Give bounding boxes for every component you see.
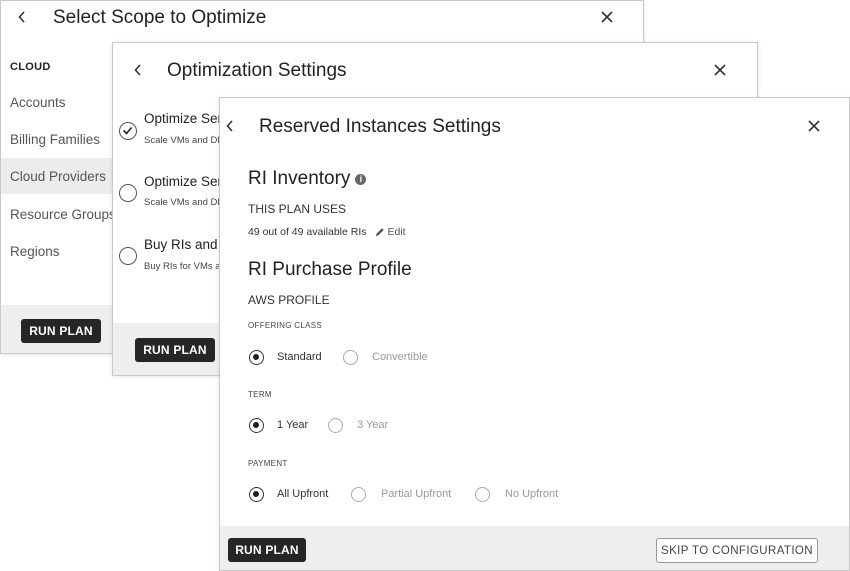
nav-item-regions[interactable]: Regions xyxy=(1,233,113,269)
nav-item-label: Billing Families xyxy=(10,131,101,147)
checkmark-icon xyxy=(122,126,133,135)
option-subtitle: Buy RIs for VMs a xyxy=(144,261,221,272)
standard-radio[interactable] xyxy=(249,350,264,365)
nav-item-cloud-providers[interactable]: Cloud Providers xyxy=(1,158,113,194)
ri-inventory-heading-text: RI Inventory xyxy=(248,168,351,189)
run-plan-button[interactable]: RUN PLAN xyxy=(228,538,306,562)
nav-item-accounts[interactable]: Accounts xyxy=(1,84,113,120)
close-icon[interactable] xyxy=(713,63,727,77)
one-year-radio[interactable] xyxy=(249,418,264,433)
three-year-radio[interactable] xyxy=(328,418,343,433)
edit-link[interactable]: Edit xyxy=(375,226,406,238)
ri-usage-text: 49 out of 49 available RIs xyxy=(248,226,367,238)
plan-uses-label: THIS PLAN USES xyxy=(248,202,347,216)
reserved-instances-settings-panel: Reserved Instances Settings RI Inventory… xyxy=(219,97,850,571)
all-upfront-label[interactable]: All Upfront xyxy=(277,488,328,500)
close-icon[interactable] xyxy=(600,10,614,24)
nav-item-billing-families[interactable]: Billing Families xyxy=(1,121,113,157)
nav-item-label: Accounts xyxy=(10,94,66,110)
panel-footer: RUN PLAN SKIP TO CONFIGURATION xyxy=(220,526,849,570)
nav-item-resource-groups[interactable]: Resource Groups xyxy=(1,196,116,232)
nav-item-label: Resource Groups xyxy=(10,206,116,222)
pencil-icon xyxy=(375,228,384,236)
run-plan-button[interactable]: RUN PLAN xyxy=(135,338,215,362)
partial-upfront-radio[interactable] xyxy=(351,487,366,502)
purchase-profile-heading: RI Purchase Profile xyxy=(248,259,412,280)
option-title[interactable]: Optimize Ser xyxy=(144,111,222,126)
option-subtitle: Scale VMs and DE xyxy=(144,135,224,146)
back-icon[interactable] xyxy=(225,120,235,132)
nav-item-label: Regions xyxy=(10,243,60,259)
option-title[interactable]: Buy RIs and D xyxy=(144,237,231,252)
partial-upfront-label[interactable]: Partial Upfront xyxy=(381,488,451,500)
option-subtitle: Scale VMs and DE xyxy=(144,197,224,208)
no-upfront-radio[interactable] xyxy=(475,487,490,502)
panel-title: Select Scope to Optimize xyxy=(53,7,267,28)
three-year-label[interactable]: 3 Year xyxy=(357,419,388,431)
option-radio[interactable] xyxy=(119,184,137,202)
no-upfront-label[interactable]: No Upfront xyxy=(505,488,558,500)
all-upfront-radio[interactable] xyxy=(249,487,264,502)
ri-inventory-heading: RI Inventory i xyxy=(248,168,367,190)
convertible-radio[interactable] xyxy=(343,350,358,365)
back-icon[interactable] xyxy=(133,64,143,76)
option-checked-indicator[interactable] xyxy=(119,122,137,140)
ri-usage-row: 49 out of 49 available RIs Edit xyxy=(248,226,406,238)
aws-profile-label: AWS PROFILE xyxy=(248,293,330,307)
standard-label[interactable]: Standard xyxy=(277,351,322,363)
offering-class-label: OFFERING CLASS xyxy=(248,321,322,330)
info-icon[interactable]: i xyxy=(355,173,367,185)
back-icon[interactable] xyxy=(17,11,27,23)
run-plan-button[interactable]: RUN PLAN xyxy=(21,319,101,343)
convertible-label[interactable]: Convertible xyxy=(372,351,428,363)
panel-title: Reserved Instances Settings xyxy=(259,116,501,137)
section-header: CLOUD xyxy=(10,61,51,73)
term-label: TERM xyxy=(248,390,272,399)
one-year-label[interactable]: 1 Year xyxy=(277,419,308,431)
payment-label: PAYMENT xyxy=(248,459,288,468)
option-title[interactable]: Optimize Ser xyxy=(144,174,222,189)
nav-item-label: Cloud Providers xyxy=(10,168,107,184)
edit-label: Edit xyxy=(387,226,406,238)
close-icon[interactable] xyxy=(807,119,821,133)
panel-title: Optimization Settings xyxy=(167,60,347,81)
option-radio[interactable] xyxy=(119,247,137,265)
skip-to-configuration-button[interactable]: SKIP TO CONFIGURATION xyxy=(656,538,818,563)
